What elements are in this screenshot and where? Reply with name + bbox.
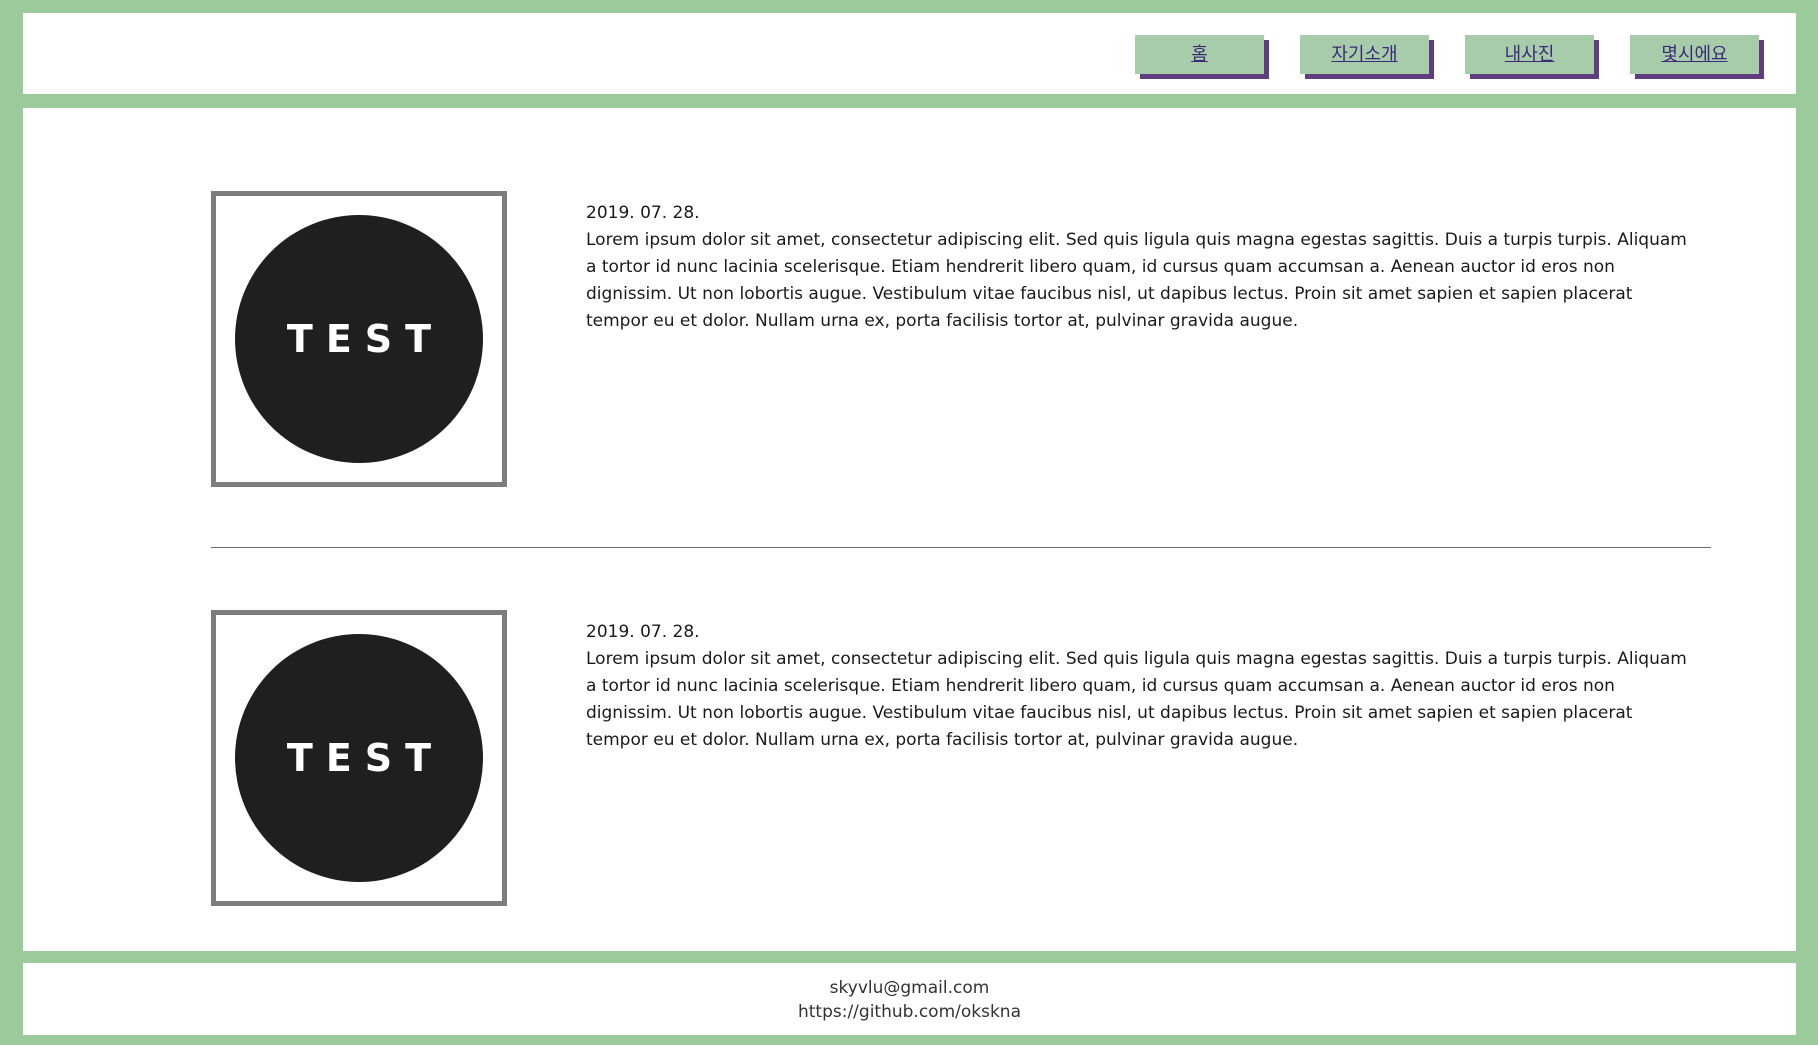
post-divider	[211, 547, 1711, 548]
nav-photos-button[interactable]: 내사진	[1465, 35, 1594, 74]
main-content: TEST 2019. 07. 28. Lorem ipsum dolor sit…	[23, 108, 1796, 951]
test-logo-circle: TEST	[235, 215, 483, 463]
post-text: 2019. 07. 28. Lorem ipsum dolor sit amet…	[586, 200, 1696, 335]
nav-home-button[interactable]: 홈	[1135, 35, 1264, 74]
post-date: 2019. 07. 28.	[586, 203, 700, 223]
test-logo-circle: TEST	[235, 634, 483, 882]
thumbnail-label: TEST	[286, 736, 445, 780]
footer-github: https://github.com/okskna	[797, 1002, 1022, 1022]
header-bar: 홈 자기소개 내사진 몇시에요	[23, 13, 1796, 94]
post-body: Lorem ipsum dolor sit amet, consectetur …	[586, 649, 1687, 750]
post-text: 2019. 07. 28. Lorem ipsum dolor sit amet…	[586, 619, 1696, 754]
post-thumbnail: TEST	[211, 191, 507, 487]
nav-time-button[interactable]: 몇시에요	[1630, 35, 1759, 74]
post-thumbnail: TEST	[211, 610, 507, 906]
post-body: Lorem ipsum dolor sit amet, consectetur …	[586, 230, 1687, 331]
footer: skyvlu@gmail.com https://github.com/oksk…	[23, 963, 1796, 1035]
nav-about-button[interactable]: 자기소개	[1300, 35, 1429, 74]
post-date: 2019. 07. 28.	[586, 622, 700, 642]
footer-email: skyvlu@gmail.com	[829, 978, 990, 998]
thumbnail-label: TEST	[286, 317, 445, 361]
